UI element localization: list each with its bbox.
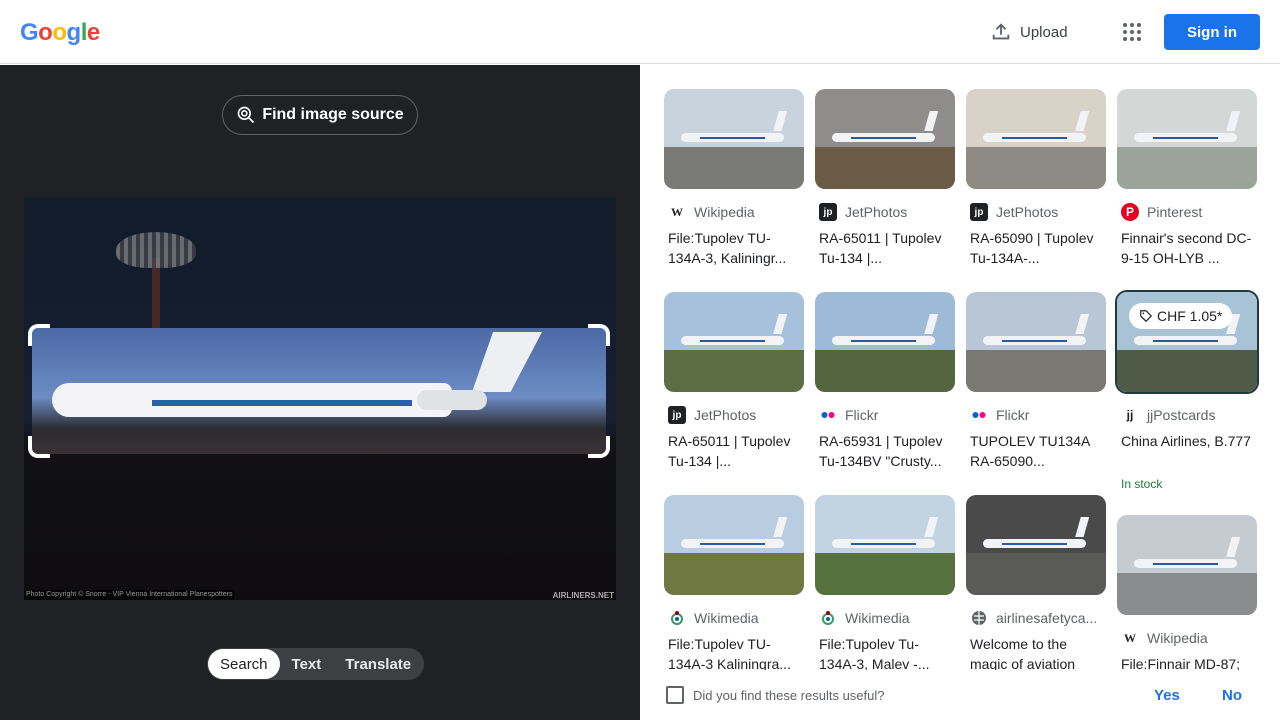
wikipedia-icon: W	[671, 204, 683, 219]
find-image-source-label: Find image source	[262, 106, 404, 123]
result-thumbnail[interactable]	[815, 495, 955, 595]
result-thumbnail[interactable]	[1117, 515, 1257, 615]
result-title[interactable]: TUPOLEV TU134A RA-65090...	[970, 431, 1106, 471]
result-title[interactable]: File:Tupolev TU-134A-3 Kaliningra...	[668, 634, 804, 670]
result-title[interactable]: RA-65011 | Tupolev Tu-134 |...	[819, 228, 955, 268]
feedback-yes-button[interactable]: Yes	[1154, 687, 1180, 704]
feedback-question: Did you find these results useful?	[693, 688, 885, 703]
google-logo[interactable]: Google	[20, 19, 100, 47]
logo-letter: e	[86, 19, 100, 46]
mode-tab-translate[interactable]: Translate	[333, 649, 423, 679]
logo-letter: o	[52, 19, 67, 46]
result-title[interactable]: File:Tupolev Tu-134A-3, Malev -...	[819, 634, 955, 670]
result-card[interactable]: airlinesafetyca... Welcome to the magic o…	[966, 495, 1106, 670]
crop-handle-top-left[interactable]	[28, 324, 50, 346]
pinterest-icon: P	[1121, 203, 1139, 221]
query-image-panel: Find image source Photo Copyright © Snor…	[0, 65, 640, 720]
sign-in-button[interactable]: Sign in	[1164, 14, 1260, 50]
result-title[interactable]: File:Finnair MD-87;	[1121, 654, 1257, 670]
result-thumbnail[interactable]	[815, 89, 955, 189]
result-card[interactable]: Wikimedia File:Tupolev TU-134A-3 Kalining…	[664, 495, 804, 670]
result-source[interactable]: W Wikipedia	[668, 203, 755, 221]
photo-copyright: Photo Copyright © Snorre - VIP Vienna In…	[24, 590, 235, 600]
result-source[interactable]: jj jjPostcards	[1121, 406, 1216, 424]
visual-matches-grid: W Wikipedia File:Tupolev TU-134A-3, Kalini…	[640, 65, 1280, 670]
result-source[interactable]: Wikimedia	[819, 609, 910, 627]
result-title[interactable]: RA-65011 | Tupolev Tu-134 |...	[668, 431, 804, 471]
result-source[interactable]: Flickr	[819, 406, 878, 424]
feedback-no-button[interactable]: No	[1222, 687, 1242, 704]
jjpostcards-icon: jj	[1126, 408, 1134, 422]
result-source[interactable]: W Wikipedia	[1121, 629, 1208, 647]
result-source[interactable]: Wikimedia	[668, 609, 759, 627]
crop-handle-top-right[interactable]	[588, 324, 610, 346]
result-title[interactable]: Finnair's second DC-9-15 OH-LYB ...	[1121, 228, 1257, 268]
crop-handle-bottom-right[interactable]	[588, 436, 610, 458]
stock-status: In stock	[1121, 477, 1163, 491]
photo-watermark: AIRLINERS.NET	[552, 591, 614, 600]
top-bar: Google Upload Sign in	[0, 0, 1280, 64]
result-thumbnail[interactable]	[664, 495, 804, 595]
upload-button[interactable]: Upload	[990, 20, 1068, 44]
result-source[interactable]: jp JetPhotos	[970, 203, 1058, 221]
result-title[interactable]: China Airlines, B.777	[1121, 431, 1257, 451]
logo-letter: o	[38, 19, 53, 46]
result-thumbnail[interactable]	[664, 292, 804, 392]
apps-grid-icon[interactable]	[1120, 20, 1144, 44]
result-card[interactable]: Flickr RA-65931 | Tupolev Tu-134BV "Crust…	[815, 292, 955, 492]
airplane-tail	[472, 332, 542, 392]
lens-search-icon	[237, 106, 255, 124]
logo-letter: G	[20, 19, 39, 46]
logo-letter: g	[66, 19, 82, 46]
result-card[interactable]: Flickr TUPOLEV TU134A RA-65090...	[966, 292, 1106, 492]
result-source[interactable]: jp JetPhotos	[819, 203, 907, 221]
wikipedia-icon: W	[1124, 630, 1136, 645]
wikimedia-icon	[668, 609, 686, 627]
result-source[interactable]: P Pinterest	[1121, 203, 1202, 221]
wikimedia-icon	[819, 609, 837, 627]
result-card[interactable]: CHF 1.05* jj jjPostcards China Airlines, B.…	[1115, 290, 1259, 492]
result-source[interactable]: Flickr	[970, 406, 1029, 424]
result-card[interactable]: P Pinterest Finnair's second DC-9-15 OH-LY…	[1117, 89, 1257, 289]
result-title[interactable]: RA-65931 | Tupolev Tu-134BV "Crusty...	[819, 431, 955, 471]
result-thumbnail[interactable]	[966, 292, 1106, 392]
feedback-icon	[666, 686, 684, 704]
result-thumbnail[interactable]	[966, 495, 1106, 595]
result-card[interactable]: Wikimedia File:Tupolev Tu-134A-3, Malev -…	[815, 495, 955, 670]
upload-label: Upload	[1020, 23, 1068, 41]
result-card[interactable]: jp JetPhotos RA-65011 | Tupolev Tu-134 |..…	[664, 292, 804, 492]
query-image[interactable]: Photo Copyright © Snorre - VIP Vienna In…	[24, 198, 616, 600]
result-thumbnail[interactable]	[966, 89, 1106, 189]
result-title[interactable]: RA-65090 | Tupolev Tu-134A-...	[970, 228, 1106, 268]
result-card[interactable]: jp JetPhotos RA-65011 | Tupolev Tu-134 |..…	[815, 89, 955, 289]
result-thumbnail[interactable]	[1117, 89, 1257, 189]
mode-tab-search[interactable]: Search	[208, 649, 280, 679]
result-card[interactable]: W Wikipedia File:Finnair MD-87;	[1117, 515, 1257, 670]
result-card[interactable]: W Wikipedia File:Tupolev TU-134A-3, Kalini…	[664, 89, 804, 289]
result-source[interactable]: jp JetPhotos	[668, 406, 756, 424]
flickr-icon	[970, 406, 988, 424]
selected-region[interactable]	[32, 328, 606, 454]
result-title[interactable]: Welcome to the magic of aviation	[970, 634, 1106, 670]
tag-icon	[1140, 310, 1153, 323]
globe-icon	[970, 609, 988, 627]
result-title[interactable]: File:Tupolev TU-134A-3, Kaliningr...	[668, 228, 804, 268]
result-thumbnail[interactable]	[664, 89, 804, 189]
mode-tab-text[interactable]: Text	[280, 649, 334, 679]
find-image-source-button[interactable]: Find image source	[222, 95, 418, 135]
crop-handle-bottom-left[interactable]	[28, 436, 50, 458]
jetphotos-icon: jp	[970, 203, 988, 221]
price-badge: CHF 1.05*	[1129, 303, 1233, 329]
jetphotos-icon: jp	[668, 406, 686, 424]
upload-icon	[992, 23, 1010, 40]
result-thumbnail[interactable]: CHF 1.05*	[1115, 290, 1259, 394]
result-thumbnail[interactable]	[815, 292, 955, 392]
flickr-icon	[819, 406, 837, 424]
mode-switcher: Search Text Translate	[207, 648, 425, 680]
result-source[interactable]: airlinesafetyca...	[970, 609, 1097, 627]
feedback-bar: Did you find these results useful? Yes N…	[640, 670, 1280, 720]
jetphotos-icon: jp	[819, 203, 837, 221]
result-card[interactable]: jp JetPhotos RA-65090 | Tupolev Tu-134A-..…	[966, 89, 1106, 289]
